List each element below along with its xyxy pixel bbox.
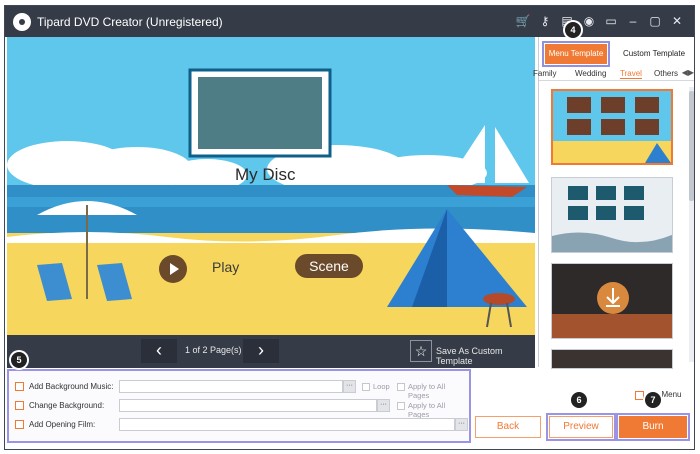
template-tabs: Menu Template Custom Template bbox=[539, 41, 694, 67]
scene-button[interactable]: Scene bbox=[295, 254, 363, 278]
play-label[interactable]: Play bbox=[212, 259, 239, 275]
template-categories: Family Wedding Travel Others ◀▶ bbox=[533, 67, 694, 81]
music-apply-all-checkbox[interactable] bbox=[397, 383, 405, 391]
category-scroll-arrows-icon[interactable]: ◀▶ bbox=[682, 68, 694, 77]
step-badge-6: 6 bbox=[571, 392, 587, 408]
bg-music-browse-button[interactable]: ··· bbox=[343, 380, 356, 393]
maximize-icon[interactable]: ▢ bbox=[646, 12, 664, 30]
app-window: Tipard DVD Creator (Unregistered) 🛒 ⚷ ▤ … bbox=[4, 5, 695, 450]
page-navigation-bar: ‹ 1 of 2 Page(s) › ☆ Save As Custom Temp… bbox=[7, 335, 535, 368]
template-thumbnail[interactable] bbox=[551, 177, 673, 253]
tab-menu-template[interactable]: Menu Template bbox=[542, 41, 610, 67]
template-preview-image bbox=[552, 350, 672, 368]
template-thumbnail[interactable] bbox=[551, 349, 673, 369]
category-travel[interactable]: Travel bbox=[620, 69, 642, 79]
change-bg-row: Change Background: ··· Apply to All Page… bbox=[15, 398, 467, 419]
back-button[interactable]: Back bbox=[475, 416, 541, 438]
template-preview-image bbox=[552, 178, 672, 252]
page-indicator: 1 of 2 Page(s) bbox=[185, 345, 242, 355]
close-icon[interactable]: ✕ bbox=[668, 12, 686, 30]
template-preview-image bbox=[552, 264, 672, 338]
user-icon[interactable]: ◉ bbox=[580, 12, 598, 30]
step-badge-4: 4 bbox=[565, 22, 581, 38]
loop-checkbox[interactable] bbox=[362, 383, 370, 391]
bg-music-row: Add Background Music: ··· Loop Apply to … bbox=[15, 379, 467, 400]
opening-film-label: Add Opening Film: bbox=[29, 420, 96, 429]
cart-icon[interactable]: 🛒 bbox=[514, 12, 532, 30]
action-area: No Menu Back Preview Burn bbox=[471, 369, 694, 449]
title-bar-controls: 🛒 ⚷ ▤ ◉ ▭ – ▢ ✕ bbox=[514, 12, 686, 30]
menu-options-panel: Add Background Music: ··· Loop Apply to … bbox=[7, 369, 471, 443]
beach-scene-illustration bbox=[7, 37, 535, 335]
opening-film-row: Add Opening Film: ··· bbox=[15, 417, 468, 433]
app-title: Tipard DVD Creator (Unregistered) bbox=[37, 15, 223, 29]
opening-film-browse-button[interactable]: ··· bbox=[455, 418, 468, 431]
background-browse-button[interactable]: ··· bbox=[377, 399, 390, 412]
next-page-button[interactable]: › bbox=[243, 339, 279, 363]
feedback-icon[interactable]: ▭ bbox=[602, 12, 620, 30]
minimize-icon[interactable]: – bbox=[624, 12, 642, 30]
category-family[interactable]: Family bbox=[533, 69, 557, 78]
background-path-field[interactable] bbox=[119, 399, 377, 412]
opening-film-path-field[interactable] bbox=[119, 418, 455, 431]
bg-music-path-field[interactable] bbox=[119, 380, 343, 393]
template-thumbnail[interactable] bbox=[551, 89, 673, 165]
step-badge-7: 7 bbox=[645, 392, 661, 408]
category-others[interactable]: Others bbox=[654, 69, 678, 78]
bg-music-label: Add Background Music: bbox=[29, 382, 114, 391]
app-logo-icon bbox=[13, 13, 31, 31]
change-bg-label: Change Background: bbox=[29, 401, 105, 410]
preview-button[interactable]: Preview bbox=[546, 413, 616, 441]
play-button[interactable] bbox=[159, 255, 187, 283]
loop-label: Loop bbox=[373, 382, 390, 391]
opening-film-checkbox[interactable] bbox=[15, 420, 24, 429]
title-bar: Tipard DVD Creator (Unregistered) 🛒 ⚷ ▤ … bbox=[5, 6, 694, 37]
change-bg-checkbox[interactable] bbox=[15, 401, 24, 410]
disc-title[interactable]: My Disc bbox=[235, 165, 295, 185]
step-badge-5: 5 bbox=[11, 352, 27, 368]
bg-music-checkbox[interactable] bbox=[15, 382, 24, 391]
key-icon[interactable]: ⚷ bbox=[536, 12, 554, 30]
burn-button[interactable]: Burn bbox=[616, 413, 690, 441]
tab-custom-template[interactable]: Custom Template bbox=[619, 47, 689, 61]
scrollbar-thumb[interactable] bbox=[689, 91, 694, 201]
no-menu-checkbox[interactable] bbox=[635, 391, 644, 400]
category-wedding[interactable]: Wedding bbox=[575, 69, 606, 78]
save-as-custom-template[interactable]: Save As Custom Template bbox=[436, 346, 535, 366]
template-scrollbar[interactable] bbox=[689, 87, 694, 362]
template-preview-image bbox=[553, 91, 671, 163]
template-thumbnail[interactable] bbox=[551, 263, 673, 339]
menu-preview: My Disc Play Scene bbox=[7, 37, 535, 335]
previous-page-button[interactable]: ‹ bbox=[141, 339, 177, 363]
star-icon[interactable]: ☆ bbox=[410, 340, 432, 362]
bg-apply-all-checkbox[interactable] bbox=[397, 402, 405, 410]
template-panel: Menu Template Custom Template Family Wed… bbox=[533, 37, 694, 369]
